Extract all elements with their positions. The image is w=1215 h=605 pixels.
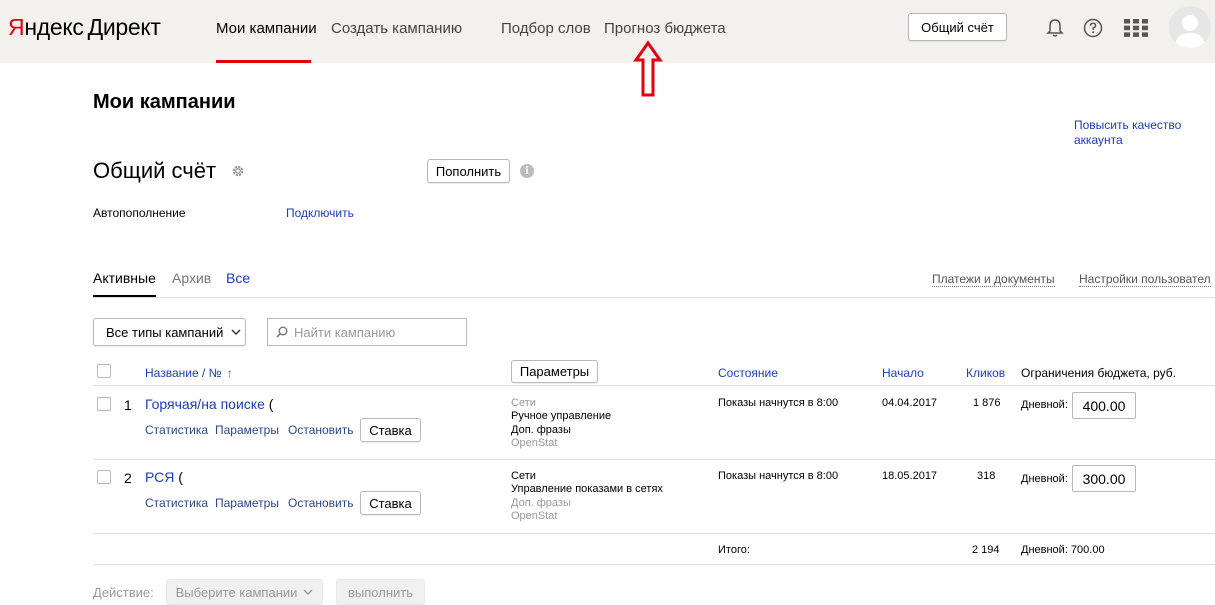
execute-button[interactable]: выполнить xyxy=(336,579,425,605)
row-1-status: Показы начнутся в 8:00 xyxy=(718,397,839,409)
row-2-daily-label: Дневной: xyxy=(1021,473,1068,485)
autopay-label: Автопополнение xyxy=(93,206,186,220)
tab-archive[interactable]: Архив xyxy=(172,270,211,286)
top-header: Яндекс Директ Мои кампании Создать кампан… xyxy=(0,0,1215,63)
tab-active[interactable]: Активные xyxy=(93,270,156,286)
row-2-detail-openstat: OpenStat xyxy=(511,510,558,522)
row-1-number: 1 xyxy=(124,397,132,413)
yandex-direct-logo[interactable]: Яндекс Директ xyxy=(8,14,161,41)
logo-ya-rest: ндекс xyxy=(24,14,84,40)
row-2-detail-phrases: Доп. фразы xyxy=(511,497,571,509)
tabs-divider xyxy=(93,297,1215,298)
nav-budget-forecast[interactable]: Прогноз бюджета xyxy=(604,20,726,37)
campaign-type-select[interactable]: Все типы кампаний xyxy=(93,318,246,346)
annotation-arrow-up xyxy=(633,40,663,103)
select-campaigns-dropdown[interactable]: Выберите кампании xyxy=(166,579,323,605)
row-2-name: РСЯ ( xyxy=(145,469,183,485)
row-2-params-link[interactable]: Параметры xyxy=(215,496,279,510)
sort-arrow-icon: ↑ xyxy=(226,366,233,380)
nav-keywords[interactable]: Подбор слов xyxy=(501,20,591,37)
nav-active-underline xyxy=(216,60,311,63)
campaign-search[interactable] xyxy=(267,318,467,346)
user-settings-link[interactable]: Настройки пользовател xyxy=(1079,272,1211,287)
campaign-search-input[interactable] xyxy=(294,324,454,340)
row-2-clicks: 318 xyxy=(977,470,996,482)
totals-divider xyxy=(93,564,1215,565)
logo-ya: Я xyxy=(8,14,25,40)
row-1-start-date: 04.04.2017 xyxy=(882,397,938,409)
row-1-name-suffix: ( xyxy=(268,396,274,412)
row-2-status: Показы начнутся в 8:00 xyxy=(718,470,839,482)
row-2-divider xyxy=(93,533,1215,534)
improve-quality-link[interactable]: Повысить качество аккаунта xyxy=(1074,118,1214,148)
total-label: Итого: xyxy=(718,544,750,556)
total-clicks: 2 194 xyxy=(972,544,1000,556)
page-title: Мои кампании xyxy=(93,91,236,113)
row-2-stop-link[interactable]: Остановить xyxy=(288,496,354,510)
row-1-divider xyxy=(93,459,1215,460)
name-column-label: Название / № xyxy=(145,366,222,380)
search-icon xyxy=(276,326,288,338)
row-1-detail-strategy: Ручное управление xyxy=(511,410,612,422)
row-1-detail-openstat: OpenStat xyxy=(511,437,558,449)
nav-create-campaign[interactable]: Создать кампанию xyxy=(331,20,462,37)
row-1-clicks: 1 876 xyxy=(973,397,1001,409)
row-1-stop-link[interactable]: Остановить xyxy=(288,423,354,437)
bell-icon[interactable] xyxy=(1044,17,1066,39)
shared-account-title: Общий счёт xyxy=(93,158,217,183)
select-campaigns-value: Выберите кампании xyxy=(175,584,298,600)
payments-documents-link[interactable]: Платежи и документы xyxy=(932,272,1055,287)
info-icon[interactable]: i xyxy=(520,164,534,178)
campaign-type-select-value: Все типы кампаний xyxy=(106,324,224,340)
action-label: Действие: xyxy=(93,585,154,600)
settings-gear-icon[interactable] xyxy=(229,162,247,180)
chevron-down-icon xyxy=(303,589,313,595)
row-2-campaign-link[interactable]: РСЯ xyxy=(145,469,174,485)
status-column-header[interactable]: Состояние xyxy=(718,366,778,380)
start-column-header[interactable]: Начало xyxy=(882,366,924,380)
row-2-checkbox[interactable] xyxy=(97,470,111,484)
row-1-params-link[interactable]: Параметры xyxy=(215,423,279,437)
chevron-down-icon xyxy=(231,329,241,335)
params-columns-button[interactable]: Параметры xyxy=(511,360,598,383)
row-2-detail-strategy: Управление показами в сетях xyxy=(511,483,663,495)
row-1-statistics-link[interactable]: Статистика xyxy=(145,423,208,437)
nav-my-campaigns[interactable]: Мои кампании xyxy=(216,20,317,37)
logo-direct: Директ xyxy=(87,14,161,40)
top-up-button[interactable]: Пополнить xyxy=(427,159,510,183)
row-2-number: 2 xyxy=(124,470,132,486)
row-1-detail-phrases: Доп. фразы xyxy=(511,424,571,436)
row-2-start-date: 18.05.2017 xyxy=(882,470,938,482)
row-2-name-suffix: ( xyxy=(178,469,183,485)
row-1-campaign-link[interactable]: Горячая/на поиске xyxy=(145,396,265,412)
total-daily-budget: Дневной: 700.00 xyxy=(1021,544,1105,556)
select-all-checkbox[interactable] xyxy=(97,364,111,378)
connect-autopay-link[interactable]: Подключить xyxy=(286,206,354,220)
budget-column-header: Ограничения бюджета, руб. xyxy=(1021,366,1176,380)
row-1-checkbox[interactable] xyxy=(97,397,111,411)
table-header-divider xyxy=(93,385,1215,386)
row-2-statistics-link[interactable]: Статистика xyxy=(145,496,208,510)
row-1-name: Горячая/на поиске ( xyxy=(145,396,273,412)
row-2-bid-button[interactable]: Ставка xyxy=(360,491,421,515)
clicks-column-header[interactable]: Кликов xyxy=(966,366,1005,380)
avatar[interactable] xyxy=(1169,6,1211,48)
shared-account-button[interactable]: Общий счёт xyxy=(908,13,1007,41)
row-2-detail-networks: Сети xyxy=(511,470,536,482)
name-column-header[interactable]: Название / № ↑ xyxy=(145,366,233,380)
row-1-detail-networks: Сети xyxy=(511,397,536,409)
row-1-daily-label: Дневной: xyxy=(1021,399,1068,411)
apps-grid-icon[interactable] xyxy=(1123,17,1149,39)
help-icon[interactable] xyxy=(1082,17,1104,39)
tab-all[interactable]: Все xyxy=(226,270,250,286)
row-1-daily-budget-input[interactable]: 400.00 xyxy=(1072,392,1136,419)
row-1-bid-button[interactable]: Ставка xyxy=(360,418,421,442)
row-2-daily-budget-input[interactable]: 300.00 xyxy=(1072,465,1136,492)
